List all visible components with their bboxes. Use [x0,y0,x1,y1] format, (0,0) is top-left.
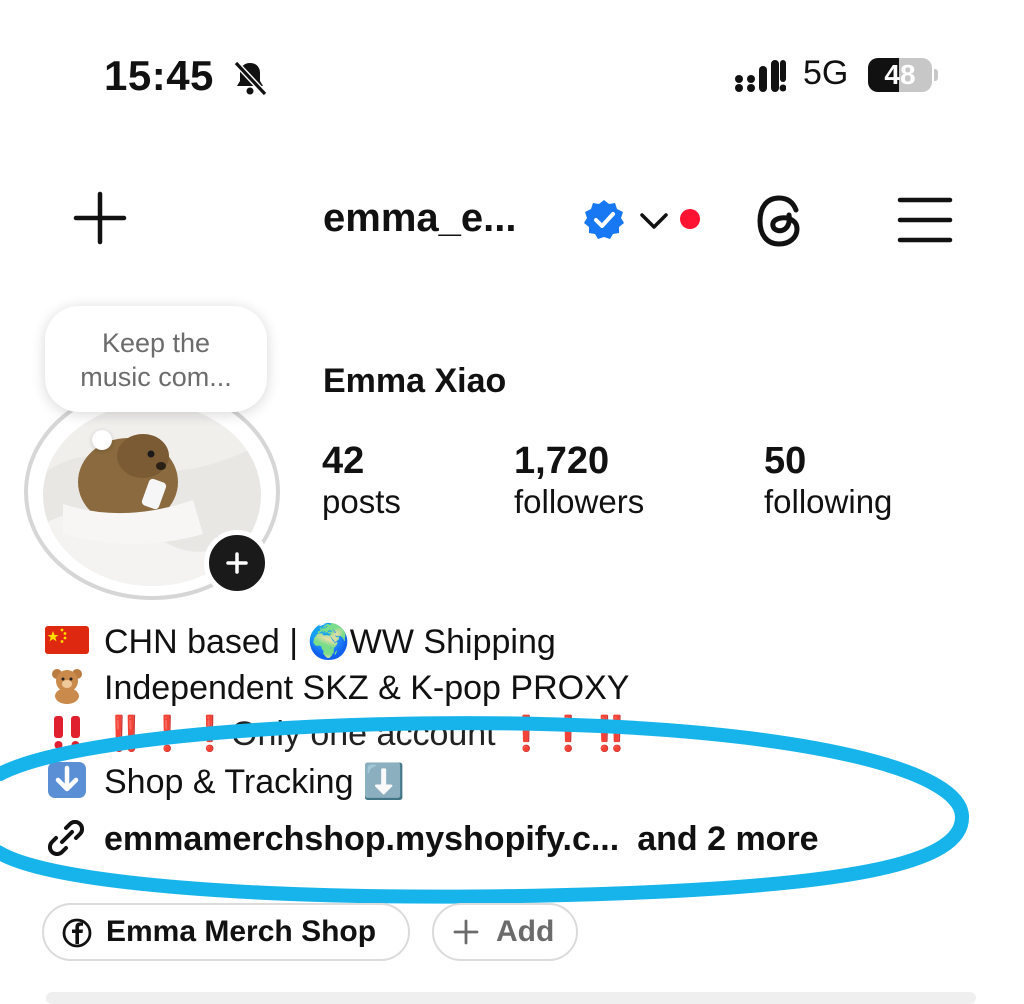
facebook-page-chip[interactable]: Emma Merch Shop [42,903,410,961]
flag-china-icon [45,626,89,654]
verified-badge-icon [584,200,624,239]
add-story-button[interactable] [204,530,270,596]
battery-percent: 48 [884,59,916,90]
stat-following[interactable]: 50 following [764,440,892,521]
bio-line: Independent SKZ & K-pop PROXY [44,668,629,708]
note-bubble[interactable]: Keep the music com... [45,306,267,412]
bio-text: Independent SKZ & K-pop PROXY [104,669,630,707]
threads-icon[interactable] [752,190,814,252]
stat-value: 42 [322,440,365,482]
note-line-2: music com... [80,362,232,392]
teddy-bear-icon [52,669,82,704]
stat-label: following [764,483,893,520]
note-line-1: Keep the [101,328,211,358]
annotation-ellipse [0,716,969,904]
facebook-icon [62,918,92,948]
plus-icon [453,919,479,945]
add-link-chip[interactable]: Add [432,903,578,961]
network-label: 5G [803,54,849,92]
stat-value: 1,720 [514,440,610,482]
create-plus-icon[interactable] [70,188,130,248]
stat-value: 50 [764,440,807,482]
chevron-down-icon[interactable] [638,206,670,234]
plus-icon [226,552,248,574]
battery-indicator: 48 [868,58,938,94]
bell-muted-icon [233,60,268,97]
status-time: 15:45 [104,52,214,99]
full-name: Emma Xiao [323,362,507,400]
signal-icon [735,60,786,92]
menu-icon[interactable] [896,194,954,246]
stat-label: posts [322,483,401,520]
notification-dot [680,209,700,229]
note-bubble-tail [92,430,112,450]
bio-text: CHN based | 🌍WW Shipping [104,623,556,661]
bottom-panel-edge [46,992,976,1004]
stat-followers[interactable]: 1,720 followers [514,440,644,521]
bio-line: CHN based | 🌍WW Shipping [44,622,556,662]
username-switcher[interactable]: emma_e... [323,196,516,241]
stat-posts[interactable]: 42 posts [322,440,401,521]
add-chip-label: Add [496,915,555,948]
facebook-chip-label: Emma Merch Shop [106,915,377,948]
stat-label: followers [514,483,645,520]
